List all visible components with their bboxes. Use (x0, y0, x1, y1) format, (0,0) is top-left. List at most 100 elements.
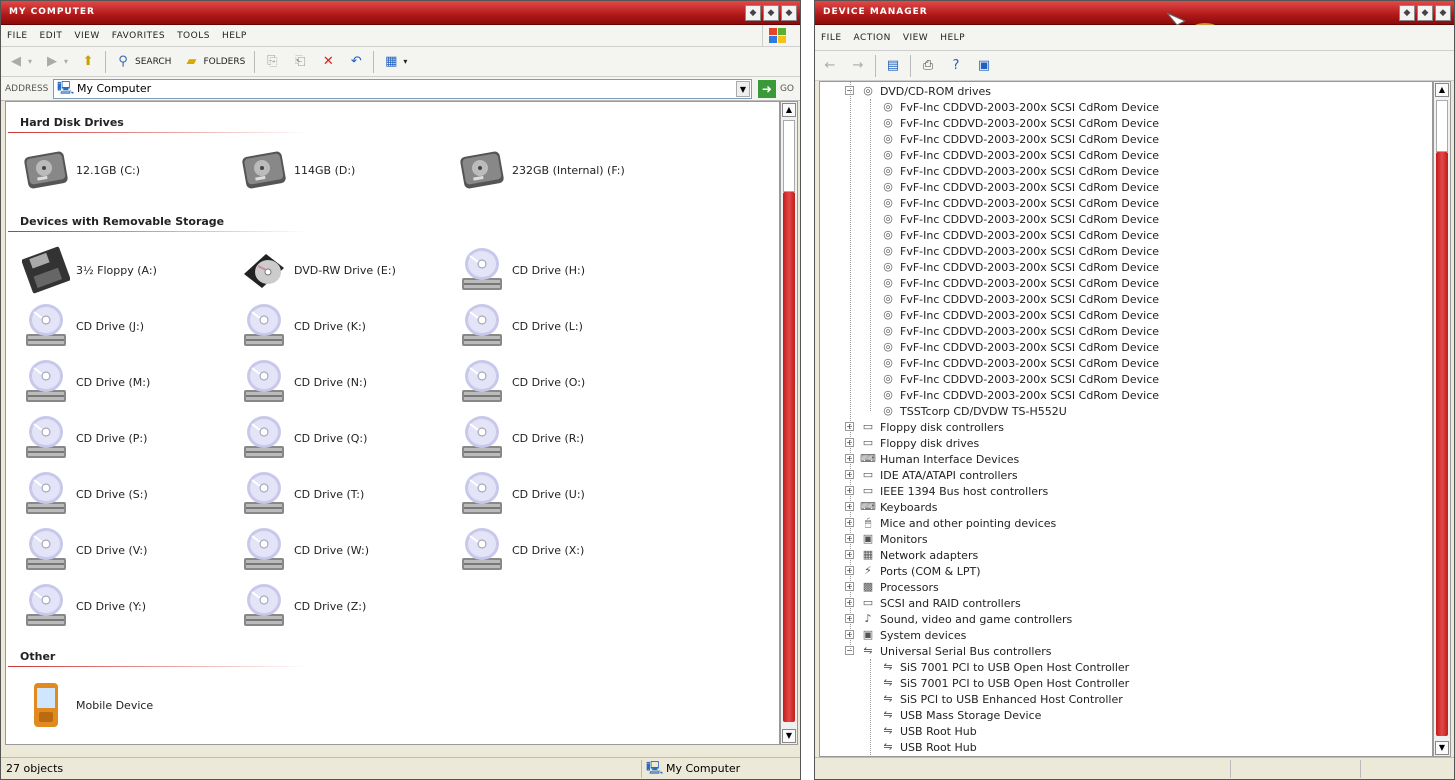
tree-node[interactable]: ⇋ USB Root Hub (880, 739, 976, 755)
menu-action[interactable]: Action (854, 33, 891, 43)
cd-drive-item[interactable]: CD Drive (O:) (458, 358, 585, 406)
tree-node[interactable]: ◎ FvF-Inc CDDVD-2003-200x SCSI CdRom Devi… (880, 147, 1159, 163)
hard-drive-item[interactable]: 232GB (Internal) (F:) (458, 146, 625, 194)
tree-node[interactable]: ▭ IDE ATA/ATAPI controllers (860, 467, 1018, 483)
tree-node[interactable]: ◎ FvF-Inc CDDVD-2003-200x SCSI CdRom Devi… (880, 131, 1159, 147)
close-button[interactable]: ◆ (781, 5, 797, 21)
menu-tools[interactable]: Tools (177, 31, 210, 41)
scroll-up-button[interactable]: ▲ (782, 103, 796, 117)
menu-edit[interactable]: Edit (40, 31, 63, 41)
tree-node[interactable]: ◎ FvF-Inc CDDVD-2003-200x SCSI CdRom Devi… (880, 387, 1159, 403)
tree-node[interactable]: ◎ FvF-Inc CDDVD-2003-200x SCSI CdRom Devi… (880, 115, 1159, 131)
forward-button[interactable]: → (847, 54, 869, 78)
tree-node[interactable]: ▦ Network adapters (860, 547, 978, 563)
cd-drive-item[interactable]: CD Drive (W:) (240, 526, 369, 574)
tree-node[interactable]: ◎ TSSTcorp CD/DVDW TS-H552U (880, 403, 1067, 419)
tree-node[interactable]: ◎ FvF-Inc CDDVD-2003-200x SCSI CdRom Devi… (880, 163, 1159, 179)
cd-drive-item[interactable]: CD Drive (H:) (458, 246, 585, 294)
menu-file[interactable]: File (821, 33, 842, 43)
tree-node[interactable]: ⇋ SiS 7001 PCI to USB Open Host Controlle… (880, 675, 1129, 691)
cd-drive-item[interactable]: CD Drive (S:) (22, 470, 148, 518)
cd-drive-item[interactable]: CD Drive (Z:) (240, 582, 366, 630)
tree-node[interactable]: ◎ FvF-Inc CDDVD-2003-200x SCSI CdRom Devi… (880, 275, 1159, 291)
mobile-device-item[interactable]: Mobile Device (22, 681, 153, 729)
tree-node[interactable]: ◎ FvF-Inc CDDVD-2003-200x SCSI CdRom Devi… (880, 179, 1159, 195)
copy-to-button[interactable]: ⎗ (289, 50, 311, 74)
search-button[interactable]: ⚲ Search (112, 50, 174, 74)
maximize-button[interactable]: ◆ (763, 5, 779, 21)
go-button[interactable]: ➜ Go (752, 79, 800, 98)
hard-drive-item[interactable]: 12.1GB (C:) (22, 146, 140, 194)
back-button[interactable]: ← (819, 54, 841, 78)
tree-node[interactable]: ▣ System devices (860, 627, 967, 643)
tree-node[interactable]: ▣ Monitors (860, 531, 928, 547)
cd-drive-item[interactable]: CD Drive (Q:) (240, 414, 367, 462)
tree-node[interactable]: ◎ DVD/CD-ROM drives (860, 83, 991, 99)
undo-button[interactable]: ↶ (345, 50, 367, 74)
tree-node[interactable]: ⇋ Universal Serial Bus controllers (860, 643, 1051, 659)
help-button[interactable]: ? (945, 54, 967, 78)
cd-drive-item[interactable]: CD Drive (K:) (240, 302, 366, 350)
views-button[interactable]: ▦ ▾ (380, 50, 410, 74)
forward-button[interactable]: ▶ ▾ (41, 50, 71, 74)
cd-drive-item[interactable]: CD Drive (Y:) (22, 582, 146, 630)
tree-node[interactable]: ⇋ SiS PCI to USB Enhanced Host Controller (880, 691, 1122, 707)
tree-node[interactable]: ▭ SCSI and RAID controllers (860, 595, 1021, 611)
show-hide-tree-button[interactable]: ▤ (882, 54, 904, 78)
menu-help[interactable]: Help (940, 33, 965, 43)
hard-drive-item[interactable]: 114GB (D:) (240, 146, 355, 194)
tree-node[interactable]: ◎ FvF-Inc CDDVD-2003-200x SCSI CdRom Devi… (880, 291, 1159, 307)
tree-node[interactable]: ⚡ Ports (COM & LPT) (860, 563, 980, 579)
maximize-button[interactable]: ◆ (1417, 5, 1433, 21)
cd-drive-item[interactable]: CD Drive (U:) (458, 470, 585, 518)
explorer-vertical-scrollbar[interactable]: ▲ ▼ (780, 101, 798, 745)
cd-drive-item[interactable]: CD Drive (R:) (458, 414, 584, 462)
tree-node[interactable]: ◎ FvF-Inc CDDVD-2003-200x SCSI CdRom Devi… (880, 259, 1159, 275)
menu-view[interactable]: View (74, 31, 99, 41)
tree-node[interactable]: ◎ FvF-Inc CDDVD-2003-200x SCSI CdRom Devi… (880, 227, 1159, 243)
folders-button[interactable]: ▰ Folders (180, 50, 248, 74)
cd-drive-item[interactable]: CD Drive (M:) (22, 358, 150, 406)
tree-node[interactable]: ⇋ USB Root Hub (880, 723, 976, 739)
cd-drive-item[interactable]: CD Drive (P:) (22, 414, 147, 462)
tree-node[interactable]: ◎ FvF-Inc CDDVD-2003-200x SCSI CdRom Devi… (880, 243, 1159, 259)
tree-node[interactable]: ◎ FvF-Inc CDDVD-2003-200x SCSI CdRom Devi… (880, 211, 1159, 227)
tree-node[interactable]: ▭ Floppy disk controllers (860, 419, 1004, 435)
menu-help[interactable]: Help (222, 31, 247, 41)
tree-node[interactable]: ⌨ Keyboards (860, 499, 937, 515)
tree-node[interactable]: ⇋ SiS 7001 PCI to USB Open Host Controlle… (880, 659, 1129, 675)
tree-node[interactable]: ◎ FvF-Inc CDDVD-2003-200x SCSI CdRom Devi… (880, 99, 1159, 115)
close-button[interactable]: ◆ (1435, 5, 1451, 21)
cd-drive-item[interactable]: CD Drive (V:) (22, 526, 147, 574)
tree-node[interactable]: ▭ IEEE 1394 Bus host controllers (860, 483, 1048, 499)
scroll-thumb[interactable] (1436, 152, 1448, 736)
minimize-button[interactable]: ◆ (745, 5, 761, 21)
tree-node[interactable]: ◎ FvF-Inc CDDVD-2003-200x SCSI CdRom Devi… (880, 307, 1159, 323)
tree-node[interactable]: ⌨ Human Interface Devices (860, 451, 1019, 467)
tree-node[interactable]: ◎ FvF-Inc CDDVD-2003-200x SCSI CdRom Devi… (880, 195, 1159, 211)
address-input[interactable]: 🖳 My Computer ▼ (53, 78, 752, 99)
dvd-drive-item[interactable]: DVD-RW Drive (E:) (240, 246, 396, 294)
menu-file[interactable]: File (7, 31, 28, 41)
tree-node[interactable]: ◎ FvF-Inc CDDVD-2003-200x SCSI CdRom Devi… (880, 371, 1159, 387)
back-button[interactable]: ◀ ▾ (5, 50, 35, 74)
tree-node[interactable]: ♪ Sound, video and game controllers (860, 611, 1072, 627)
cd-drive-item[interactable]: CD Drive (L:) (458, 302, 583, 350)
up-folder-button[interactable]: ⬆ (77, 50, 99, 74)
delete-button[interactable]: ✕ (317, 50, 339, 74)
cd-drive-item[interactable]: CD Drive (N:) (240, 358, 367, 406)
tree-node[interactable]: 🖱 Mice and other pointing devices (860, 515, 1057, 531)
tree-node[interactable]: ▩ Processors (860, 579, 939, 595)
tree-node[interactable]: ◎ FvF-Inc CDDVD-2003-200x SCSI CdRom Devi… (880, 323, 1159, 339)
floppy-drive-item[interactable]: 3½ Floppy (A:) (21, 246, 157, 294)
tree-node[interactable]: ▭ Floppy disk drives (860, 435, 980, 451)
print-button[interactable]: ⎙ (917, 54, 939, 78)
minimize-button[interactable]: ◆ (1399, 5, 1415, 21)
move-to-button[interactable]: ⎘ (261, 50, 283, 74)
cd-drive-item[interactable]: CD Drive (T:) (240, 470, 364, 518)
tree-node[interactable]: ◎ FvF-Inc CDDVD-2003-200x SCSI CdRom Devi… (880, 355, 1159, 371)
scroll-down-button[interactable]: ▼ (1435, 741, 1449, 755)
scroll-down-button[interactable]: ▼ (782, 729, 796, 743)
devmgr-title-bar[interactable]: Device Manager ◆ ◆ ◆ (815, 1, 1454, 25)
properties-button[interactable]: ▣ (973, 54, 995, 78)
